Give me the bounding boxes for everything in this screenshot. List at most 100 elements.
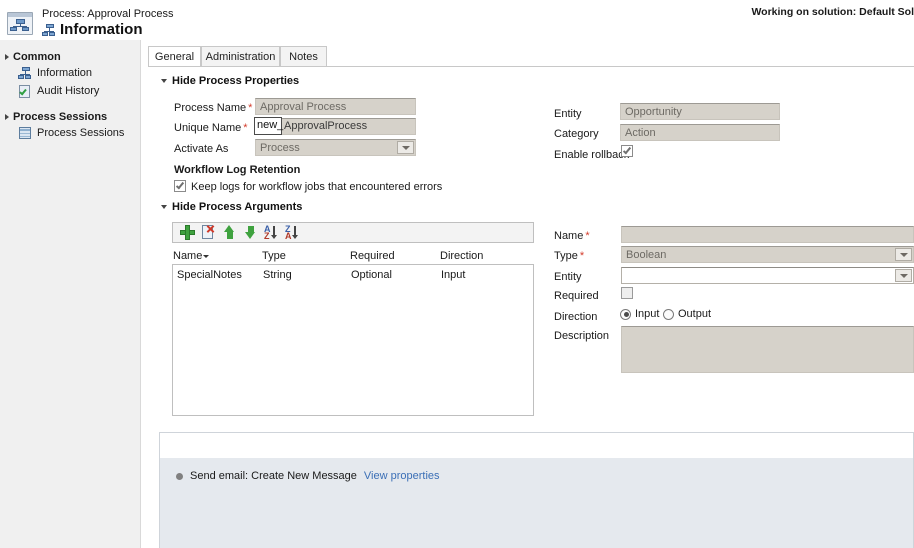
sidebar-item-label: Information xyxy=(37,67,93,79)
section-label: Hide Process Properties xyxy=(172,75,300,87)
page-title-row: Information xyxy=(42,21,143,38)
collapse-triangle-icon xyxy=(161,205,167,209)
chevron-down-icon[interactable] xyxy=(397,141,414,154)
tab-strip: General Administration Notes xyxy=(148,46,914,67)
argument-entity-dropdown[interactable] xyxy=(621,267,914,284)
argument-description-label: Description xyxy=(554,330,610,342)
tab-general[interactable]: General xyxy=(148,46,201,67)
cell-type: String xyxy=(263,269,292,281)
sidebar-item-audit-history[interactable]: Audit History xyxy=(0,82,140,100)
cell-direction: Input xyxy=(441,269,466,281)
check-icon xyxy=(175,180,185,190)
nav-group-process-sessions: Process Sessions Process Sessions xyxy=(0,109,140,142)
view-properties-link[interactable]: View properties xyxy=(364,470,440,482)
sort-caret-icon xyxy=(203,254,210,258)
radio-output-label: Output xyxy=(678,308,712,320)
process-name-field[interactable]: Approval Process xyxy=(255,98,416,115)
process-node-icon xyxy=(18,66,32,80)
expand-triangle-icon xyxy=(5,53,9,60)
entity-label: Entity xyxy=(554,108,582,120)
sidebar-item-process-sessions[interactable]: Process Sessions xyxy=(0,124,140,142)
direction-radio-input[interactable]: Input xyxy=(620,308,659,320)
unique-name-suffix-text: ApprovalProcess xyxy=(284,120,368,132)
argument-type-value: Boolean xyxy=(626,249,667,261)
process-designer-panel: Send email: Create New Message View prop… xyxy=(159,432,914,548)
designer-toolbar-strip xyxy=(160,433,913,458)
argument-type-label: Type * xyxy=(554,250,585,262)
expand-triangle-icon xyxy=(5,113,9,120)
keep-logs-checkbox[interactable] xyxy=(174,180,186,192)
required-asterisk: * xyxy=(585,230,590,242)
category-label: Category xyxy=(554,128,599,140)
cell-required: Optional xyxy=(351,269,392,281)
direction-radio-output[interactable]: Output xyxy=(663,308,711,320)
enable-rollback-checkbox[interactable] xyxy=(621,145,633,157)
column-header-direction[interactable]: Direction xyxy=(440,250,483,262)
solution-context-label: Working on solution: Default Sol xyxy=(751,6,914,18)
designer-step-list: Send email: Create New Message View prop… xyxy=(160,458,913,548)
section-label: Hide Process Arguments xyxy=(172,201,303,213)
radio-output-icon xyxy=(663,308,674,320)
sidebar-item-label: Process Sessions xyxy=(37,127,125,139)
radio-input-label: Input xyxy=(635,308,660,320)
workflow-log-retention-heading: Workflow Log Retention xyxy=(174,164,301,176)
table-row[interactable]: SpecialNotes String Optional Input xyxy=(173,265,533,283)
chevron-down-icon[interactable] xyxy=(895,269,912,282)
left-navigation: Common Information Audit History Process… xyxy=(0,40,140,548)
cell-name: SpecialNotes xyxy=(177,269,242,281)
column-header-required[interactable]: Required xyxy=(350,250,395,262)
activate-as-value: Process xyxy=(260,142,300,154)
unique-name-label: Unique Name * xyxy=(174,122,248,134)
tab-underline xyxy=(148,66,914,67)
radio-input-icon xyxy=(620,308,631,320)
activate-as-dropdown[interactable]: Process xyxy=(255,139,416,156)
nav-group-label: Process Sessions xyxy=(13,110,108,123)
arguments-toolbar: AZ ZA xyxy=(172,222,534,243)
nav-group-common: Common Information Audit History xyxy=(0,49,140,100)
list-item[interactable]: Send email: Create New Message View prop… xyxy=(160,466,913,486)
argument-required-label: Required xyxy=(554,290,599,302)
plus-icon[interactable] xyxy=(180,225,195,240)
required-asterisk: * xyxy=(579,250,585,262)
nav-group-header-common[interactable]: Common xyxy=(0,49,140,64)
enable-rollback-label: Enable rollback xyxy=(554,149,630,161)
entity-field[interactable]: Opportunity xyxy=(620,103,780,120)
page-title: Information xyxy=(60,21,143,38)
argument-direction-label: Direction xyxy=(554,311,598,323)
nav-group-label: Common xyxy=(13,50,61,63)
sort-za-icon[interactable]: ZA xyxy=(285,225,300,241)
required-asterisk: * xyxy=(243,122,248,134)
tab-administration[interactable]: Administration xyxy=(201,46,280,67)
category-field[interactable]: Action xyxy=(620,124,780,141)
argument-description-textarea[interactable] xyxy=(621,326,914,373)
process-name-label: Process Name * xyxy=(174,102,253,114)
column-header-name[interactable]: Name xyxy=(173,250,210,262)
column-header-type[interactable]: Type xyxy=(262,250,286,262)
collapse-triangle-icon xyxy=(161,79,167,83)
tab-notes[interactable]: Notes xyxy=(280,46,327,67)
argument-required-checkbox[interactable] xyxy=(621,287,633,299)
required-asterisk: * xyxy=(248,102,253,114)
process-icon xyxy=(7,12,33,36)
chevron-down-icon[interactable] xyxy=(895,248,912,261)
argument-name-label: Name * xyxy=(554,230,590,242)
arrow-down-icon[interactable] xyxy=(243,225,258,240)
sidebar-item-information[interactable]: Information xyxy=(0,64,140,82)
argument-entity-label: Entity xyxy=(554,271,582,283)
sidebar-item-label: Audit History xyxy=(37,85,100,97)
arrow-up-icon[interactable] xyxy=(222,225,237,240)
sort-az-icon[interactable]: AZ xyxy=(264,225,279,241)
delete-page-icon[interactable] xyxy=(201,225,216,240)
argument-name-input[interactable] xyxy=(621,226,914,243)
sessions-grid-icon xyxy=(18,126,32,140)
audit-page-icon xyxy=(18,84,32,98)
section-toggle-process-arguments[interactable]: Hide Process Arguments xyxy=(161,201,302,213)
unique-name-prefix-input[interactable]: new_ xyxy=(254,117,283,135)
step-description: Send email: Create New Message xyxy=(190,470,357,482)
breadcrumb: Process: Approval Process xyxy=(42,8,174,20)
nav-group-header-process-sessions[interactable]: Process Sessions xyxy=(0,109,140,124)
argument-type-dropdown[interactable]: Boolean xyxy=(621,246,914,263)
designer-left-rail xyxy=(141,432,159,548)
arguments-grid[interactable]: SpecialNotes String Optional Input xyxy=(172,264,534,416)
section-toggle-process-properties[interactable]: Hide Process Properties xyxy=(161,75,299,87)
